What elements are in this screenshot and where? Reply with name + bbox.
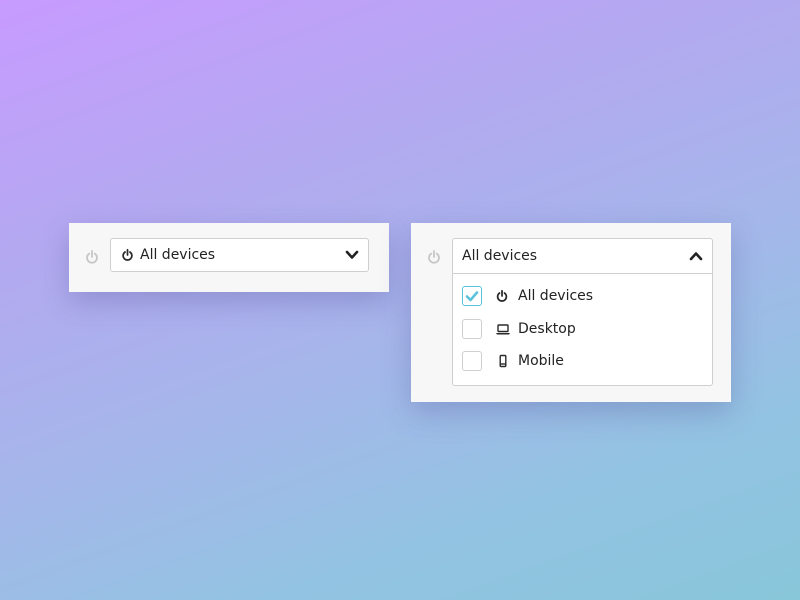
power-icon: [427, 249, 441, 265]
checkbox-all-devices[interactable]: [462, 286, 482, 306]
device-filter-closed-card: All devices: [69, 223, 389, 292]
device-select[interactable]: All devices: [110, 238, 369, 272]
mobile-phone-icon: [495, 354, 511, 368]
power-icon: [85, 249, 99, 265]
laptop-icon: [495, 322, 511, 336]
device-select-header[interactable]: All devices: [453, 239, 712, 274]
device-filter-open-card: All devices All devices Desktop Mobile: [411, 223, 731, 402]
device-dropdown: All devices All devices Desktop Mobile: [452, 238, 713, 386]
option-mobile[interactable]: Mobile: [462, 350, 702, 374]
chevron-down-icon[interactable]: [345, 250, 359, 260]
option-label: All devices: [518, 288, 594, 304]
chevron-up-icon[interactable]: [689, 251, 703, 261]
selected-value-label: All devices: [462, 248, 538, 264]
selected-value-label: All devices: [140, 247, 216, 263]
checkbox-mobile[interactable]: [462, 351, 482, 371]
option-desktop[interactable]: Desktop: [462, 318, 702, 342]
checkbox-desktop[interactable]: [462, 319, 482, 339]
power-icon: [121, 248, 134, 262]
option-label: Mobile: [518, 353, 564, 369]
option-label: Desktop: [518, 321, 576, 337]
power-icon: [495, 289, 511, 303]
option-all-devices[interactable]: All devices: [462, 285, 702, 309]
